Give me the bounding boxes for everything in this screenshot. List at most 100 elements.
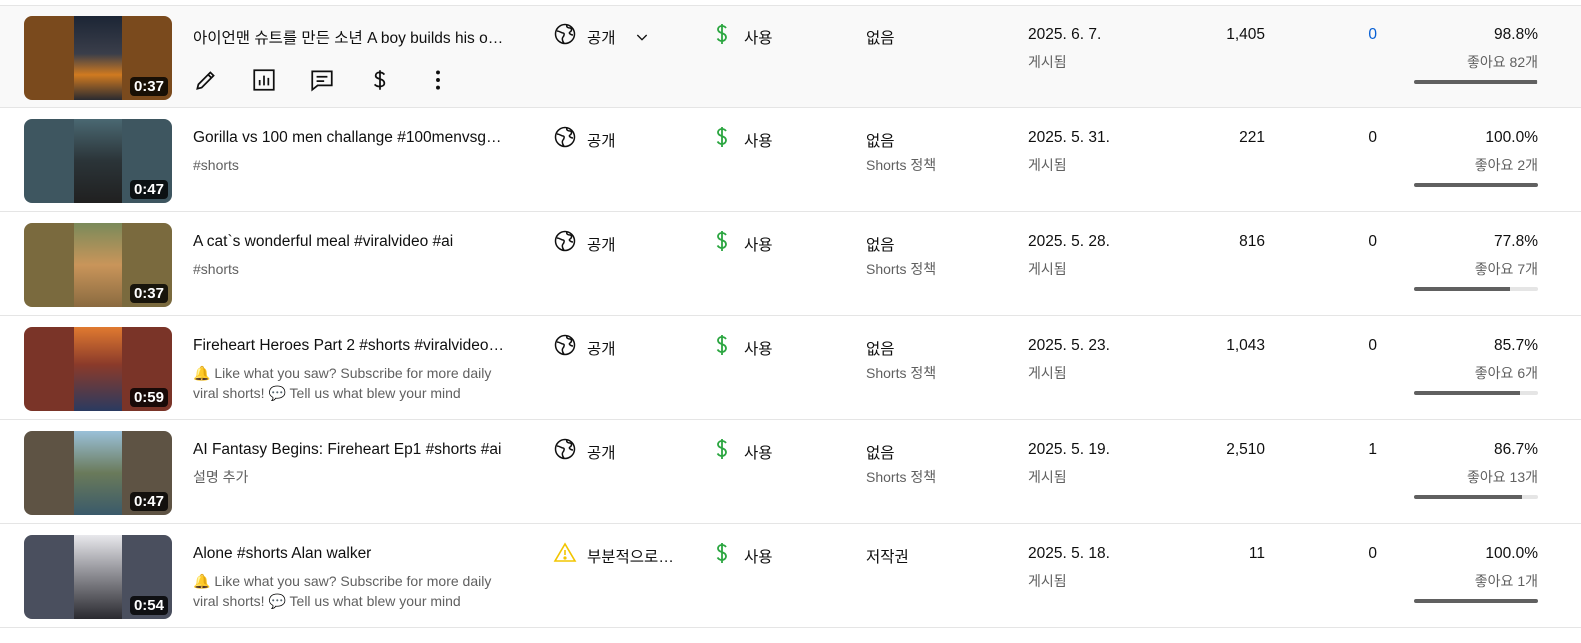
video-title[interactable]: A cat`s wonderful meal #viralvideo #ai bbox=[193, 233, 505, 251]
visibility-cell[interactable]: 공개 bbox=[553, 437, 616, 466]
restrictions-label: 없음 bbox=[866, 133, 895, 150]
restrictions-label: 없음 bbox=[866, 237, 895, 254]
restrictions-sub: Shorts 정책 bbox=[866, 365, 937, 381]
duration-badge: 0:47 bbox=[129, 492, 168, 511]
dollar-icon bbox=[712, 333, 732, 362]
row-toolbar bbox=[193, 64, 483, 96]
like-ratio-fill bbox=[1414, 495, 1522, 499]
monetization-cell[interactable]: 사용 bbox=[712, 333, 773, 362]
video-title[interactable]: AI Fantasy Begins: Fireheart Ep1 #shorts… bbox=[193, 441, 505, 459]
like-ratio-fill bbox=[1414, 391, 1521, 395]
table-row[interactable]: 0:47 AI Fantasy Begins: Fireheart Ep1 #s… bbox=[0, 421, 1581, 524]
video-title[interactable]: Alone #shorts Alan walker bbox=[193, 545, 505, 563]
table-row[interactable]: 0:59 Fireheart Heroes Part 2 #shorts #vi… bbox=[0, 317, 1581, 420]
monetization-cell[interactable]: 사용 bbox=[712, 541, 773, 570]
video-thumbnail[interactable]: 0:37 bbox=[24, 223, 172, 307]
like-ratio-bar bbox=[1414, 391, 1538, 395]
video-thumbnail[interactable]: 0:37 bbox=[24, 16, 172, 100]
views-count: 816 bbox=[1239, 233, 1265, 250]
monetization-cell[interactable]: 사용 bbox=[712, 437, 773, 466]
restrictions-sub: Shorts 정책 bbox=[866, 469, 937, 485]
table-row[interactable]: 0:37 A cat`s wonderful meal #viralvideo … bbox=[0, 213, 1581, 316]
visibility-cell[interactable]: 부분적으로 차단됨 bbox=[553, 541, 677, 570]
visibility-cell[interactable]: 공개 bbox=[553, 125, 616, 154]
globe-icon bbox=[553, 125, 577, 154]
table-row[interactable]: 0:54 Alone #shorts Alan walker 🔔 Like wh… bbox=[0, 525, 1581, 628]
dollar-icon bbox=[712, 437, 732, 466]
globe-icon bbox=[553, 333, 577, 362]
likes-label: 좋아요 82개 bbox=[1467, 54, 1538, 70]
like-percent: 86.7% bbox=[1494, 441, 1538, 458]
video-description: #shorts bbox=[193, 261, 239, 277]
views-count: 11 bbox=[1248, 545, 1265, 562]
restrictions-label: 없음 bbox=[866, 341, 895, 358]
dollar-icon bbox=[712, 541, 732, 570]
like-percent: 100.0% bbox=[1485, 545, 1538, 562]
analytics-icon[interactable] bbox=[251, 64, 309, 96]
monetization-cell[interactable]: 사용 bbox=[712, 22, 773, 51]
date-label: 2025. 5. 31. bbox=[1028, 129, 1110, 146]
pencil-icon[interactable] bbox=[193, 64, 251, 96]
visibility-cell[interactable]: 공개 bbox=[553, 22, 650, 51]
thumbnail-image bbox=[74, 223, 122, 307]
dollar-icon[interactable] bbox=[367, 64, 425, 96]
likes-label: 좋아요 13개 bbox=[1467, 469, 1538, 485]
chevron-down-icon[interactable] bbox=[634, 29, 650, 45]
monetization-label: 사용 bbox=[744, 548, 773, 566]
visibility-cell[interactable]: 공개 bbox=[553, 229, 616, 258]
visibility-cell[interactable]: 공개 bbox=[553, 333, 616, 362]
date-label: 2025. 5. 23. bbox=[1028, 337, 1110, 354]
restrictions-label[interactable]: 저작권 bbox=[866, 545, 909, 567]
like-percent: 77.8% bbox=[1494, 233, 1538, 250]
date-label: 2025. 5. 19. bbox=[1028, 441, 1110, 458]
warning-icon bbox=[553, 541, 577, 570]
video-title[interactable]: Fireheart Heroes Part 2 #shorts #viralvi… bbox=[193, 337, 505, 355]
video-title[interactable]: Gorilla vs 100 men challange #100menvsgo… bbox=[193, 129, 505, 147]
monetization-cell[interactable]: 사용 bbox=[712, 229, 773, 258]
likes-label: 좋아요 6개 bbox=[1474, 365, 1538, 381]
thumbnail-image bbox=[74, 535, 122, 619]
video-thumbnail[interactable]: 0:47 bbox=[24, 119, 172, 203]
restrictions-sub: Shorts 정책 bbox=[866, 261, 937, 277]
duration-badge: 0:37 bbox=[129, 77, 168, 96]
globe-icon bbox=[553, 229, 577, 258]
more-vert-icon[interactable] bbox=[425, 64, 483, 96]
comments-count[interactable]: 0 bbox=[1368, 545, 1377, 563]
like-ratio-bar bbox=[1414, 287, 1538, 291]
monetization-cell[interactable]: 사용 bbox=[712, 125, 773, 154]
comments-count[interactable]: 0 bbox=[1368, 129, 1377, 147]
monetization-label: 사용 bbox=[744, 444, 773, 462]
visibility-label: 공개 bbox=[587, 236, 616, 254]
duration-badge: 0:37 bbox=[129, 284, 168, 303]
comments-count[interactable]: 1 bbox=[1368, 441, 1377, 459]
video-thumbnail[interactable]: 0:54 bbox=[24, 535, 172, 619]
duration-badge: 0:59 bbox=[129, 388, 168, 407]
like-percent: 85.7% bbox=[1494, 337, 1538, 354]
like-ratio-fill bbox=[1414, 183, 1538, 187]
like-ratio-bar bbox=[1414, 80, 1538, 84]
video-title[interactable]: 아이언맨 슈트를 만든 소년 A boy builds his own Iron… bbox=[193, 26, 505, 48]
like-ratio-bar bbox=[1414, 599, 1538, 603]
monetization-label: 사용 bbox=[744, 29, 773, 47]
video-thumbnail[interactable]: 0:59 bbox=[24, 327, 172, 411]
comments-count[interactable]: 0 bbox=[1368, 26, 1377, 44]
date-status: 게시됨 bbox=[1028, 157, 1067, 173]
comments-count[interactable]: 0 bbox=[1368, 233, 1377, 251]
comments-count[interactable]: 0 bbox=[1368, 337, 1377, 355]
comments-icon[interactable] bbox=[309, 64, 367, 96]
video-description[interactable]: 설명 추가 bbox=[193, 467, 498, 487]
views-count: 1,043 bbox=[1226, 337, 1265, 354]
dollar-icon bbox=[712, 125, 732, 154]
like-ratio-bar bbox=[1414, 183, 1538, 187]
like-ratio-fill bbox=[1414, 80, 1537, 84]
globe-icon bbox=[553, 22, 577, 51]
video-thumbnail[interactable]: 0:47 bbox=[24, 431, 172, 515]
monetization-label: 사용 bbox=[744, 132, 773, 150]
views-count: 2,510 bbox=[1226, 441, 1265, 458]
restrictions-label: 없음 bbox=[866, 30, 895, 47]
table-row[interactable]: 0:47 Gorilla vs 100 men challange #100me… bbox=[0, 109, 1581, 212]
restrictions-sub: Shorts 정책 bbox=[866, 157, 937, 173]
table-row[interactable]: 0:37 아이언맨 슈트를 만든 소년 A boy builds his own… bbox=[0, 5, 1581, 108]
like-ratio-fill bbox=[1414, 287, 1511, 291]
like-ratio-fill bbox=[1414, 599, 1538, 603]
